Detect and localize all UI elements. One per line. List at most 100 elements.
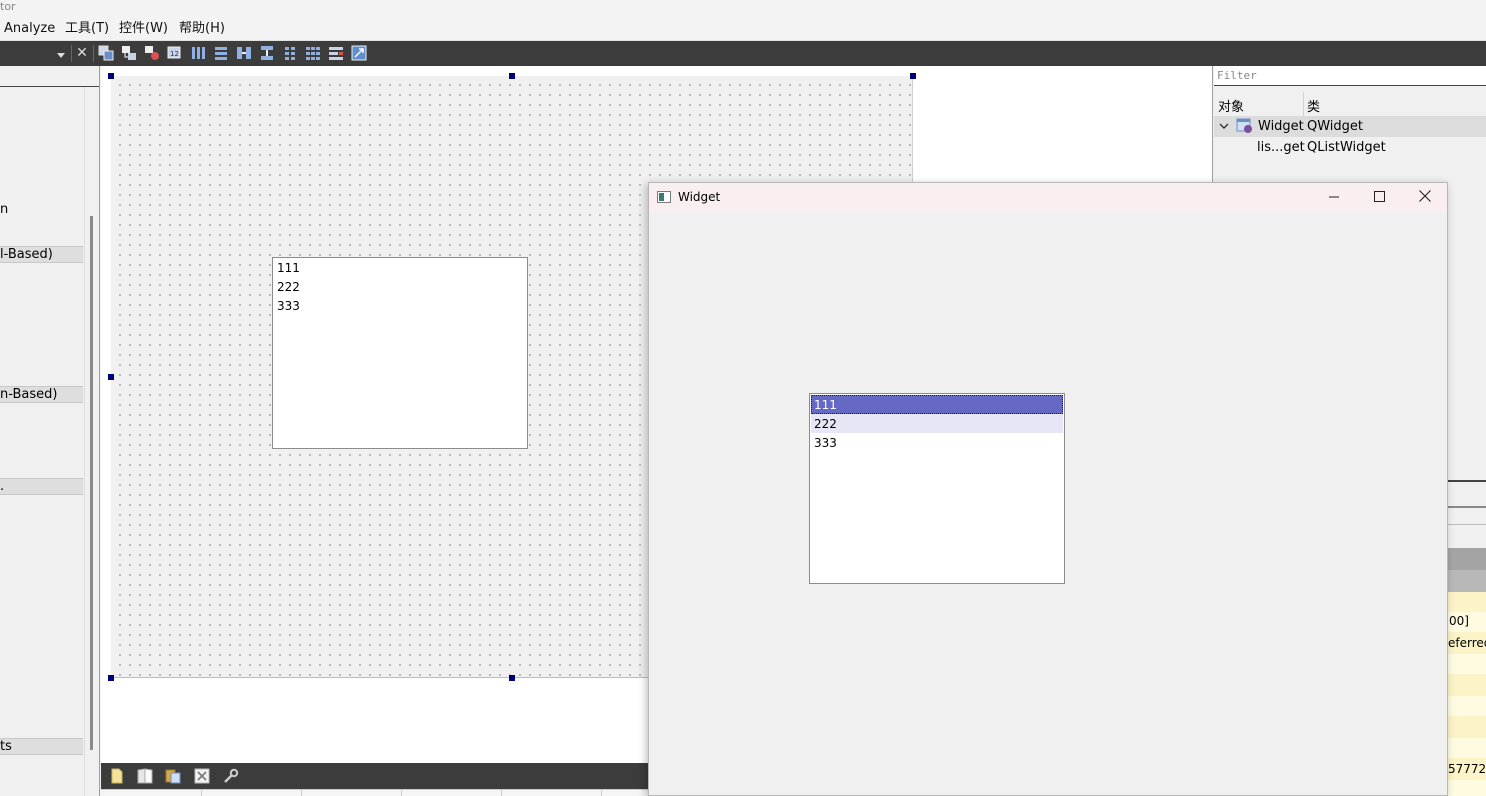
widget-item[interactable]: n — [0, 202, 8, 217]
column-header-object[interactable]: 对象 — [1218, 96, 1244, 115]
object-class: QListWidget — [1307, 140, 1386, 155]
menu-tools[interactable]: 工具(T) — [65, 21, 109, 37]
designer-list-widget[interactable]: 111 222 333 — [272, 257, 528, 449]
toolbar-separator — [93, 45, 94, 62]
widget-category-header[interactable]: ts — [0, 738, 83, 755]
property-row[interactable] — [1448, 738, 1486, 758]
edit-widgets-icon[interactable] — [98, 45, 114, 61]
maximize-icon — [1373, 191, 1385, 202]
toolbar-separator — [71, 45, 72, 62]
widget-box-scrollbar[interactable] — [90, 216, 93, 750]
property-header-border — [1448, 524, 1486, 525]
wrench-icon[interactable] — [222, 767, 240, 785]
close-icon — [1419, 190, 1431, 202]
property-row[interactable] — [1448, 696, 1486, 716]
layout-grid-icon[interactable] — [305, 45, 321, 61]
chevron-down-icon — [57, 53, 65, 58]
minimize-icon — [1329, 196, 1339, 198]
resize-handle-top-right[interactable] — [910, 73, 916, 79]
edit-tab-order-icon[interactable]: 12 — [167, 45, 183, 61]
resize-handle-bottom-left[interactable] — [108, 675, 114, 681]
edit-buddies-icon[interactable] — [144, 45, 160, 61]
list-item-selected[interactable]: 111 — [811, 395, 1063, 414]
maximize-button[interactable] — [1356, 183, 1402, 212]
list-item[interactable]: 333 — [277, 296, 300, 315]
close-button[interactable] — [1402, 183, 1448, 212]
object-name: Widget — [1258, 119, 1304, 134]
panel-divider — [1448, 480, 1486, 482]
property-row[interactable] — [1448, 674, 1486, 696]
layout-form-icon[interactable] — [282, 45, 298, 61]
edit-signals-icon[interactable] — [121, 45, 137, 61]
delete-action-icon[interactable] — [193, 767, 211, 785]
tree-row-widget[interactable]: Widget QWidget — [1214, 116, 1486, 137]
layout-horizontal-icon[interactable] — [190, 45, 206, 61]
widget-box-panel: n l-Based) n-Based). ts — [0, 66, 100, 796]
list-item[interactable]: 222 — [277, 277, 300, 296]
preview-list-widget[interactable]: 111 222 333 — [809, 393, 1065, 584]
layout-splitter-vertical-icon[interactable] — [259, 45, 275, 61]
property-row[interactable] — [1448, 654, 1486, 674]
column-divider — [501, 790, 502, 796]
adjust-size-icon[interactable] — [351, 45, 367, 61]
property-row[interactable] — [1448, 716, 1486, 738]
property-row[interactable] — [1448, 592, 1486, 612]
property-value: eferred — [1448, 636, 1486, 650]
property-group-row[interactable] — [1448, 548, 1486, 570]
minimize-button[interactable] — [1311, 183, 1357, 212]
layout-splitter-horizontal-icon[interactable] — [236, 45, 252, 61]
column-header-class[interactable]: 类 — [1307, 96, 1320, 115]
window-title-bar[interactable]: Widget — [649, 183, 1447, 212]
widget-category-header[interactable]: l-Based) — [0, 246, 83, 263]
object-name: lis...get — [1257, 140, 1305, 155]
menu-widgets[interactable]: 控件(W) — [119, 21, 168, 37]
copy-action-icon[interactable] — [136, 767, 154, 785]
paste-action-icon[interactable] — [164, 767, 182, 785]
action-editor-toolbar — [101, 763, 649, 789]
resize-handle-left[interactable] — [108, 374, 114, 380]
layout-vertical-icon[interactable] — [213, 45, 229, 61]
resize-handle-bottom[interactable] — [509, 675, 515, 681]
property-value: 577721 — [1448, 762, 1486, 776]
new-action-icon[interactable] — [108, 767, 126, 785]
panel-divider[interactable] — [99, 66, 100, 796]
list-item[interactable]: 333 — [811, 433, 1063, 452]
column-divider — [601, 790, 602, 796]
property-row[interactable]: eferred — [1448, 632, 1486, 654]
property-row[interactable] — [1448, 780, 1486, 796]
chevron-down-icon[interactable] — [1219, 121, 1229, 131]
break-layout-icon[interactable] — [328, 45, 344, 61]
property-row[interactable]: 577721 — [1448, 758, 1486, 780]
widget-box-combo[interactable] — [0, 44, 70, 63]
menu-bar: Analyze 工具(T) 控件(W) 帮助(H) — [0, 17, 1486, 41]
object-filter-input[interactable]: Filter — [1214, 66, 1486, 86]
menu-help[interactable]: 帮助(H) — [179, 21, 225, 37]
menu-analyze[interactable]: Analyze — [4, 21, 55, 37]
list-item-hover[interactable]: 222 — [811, 414, 1063, 433]
layout-toolbar: ✕ 12 — [0, 41, 1486, 66]
resize-handle-top[interactable] — [509, 73, 515, 79]
tree-row-listwidget[interactable]: lis...get QListWidget — [1214, 137, 1486, 157]
app-title-bar: tor — [0, 0, 1486, 17]
widget-preview-window[interactable]: Widget 111 222 333 — [648, 182, 1448, 796]
property-value: 00] — [1449, 614, 1469, 628]
action-editor-header — [101, 789, 649, 796]
object-inspector-header: 对象 类 — [1214, 92, 1486, 116]
property-group-row[interactable] — [1448, 570, 1486, 592]
column-divider — [401, 790, 402, 796]
property-editor-panel: 00] eferred 577721 — [1448, 480, 1486, 796]
resize-handle-top-left[interactable] — [108, 73, 114, 79]
object-class: QWidget — [1307, 119, 1364, 134]
column-divider — [201, 790, 202, 796]
app-title: tor — [0, 0, 16, 13]
app-window-icon — [657, 191, 671, 203]
close-icon[interactable]: ✕ — [75, 45, 89, 62]
property-row[interactable]: 00] — [1448, 612, 1486, 632]
window-title: Widget — [678, 190, 721, 204]
column-divider[interactable] — [1303, 92, 1304, 116]
widget-object-icon — [1236, 118, 1252, 133]
widget-category-header[interactable]: . — [0, 478, 83, 495]
list-item[interactable]: 111 — [277, 258, 300, 277]
widget-category-header[interactable]: n-Based) — [0, 386, 83, 403]
property-filter-border — [1448, 506, 1486, 508]
